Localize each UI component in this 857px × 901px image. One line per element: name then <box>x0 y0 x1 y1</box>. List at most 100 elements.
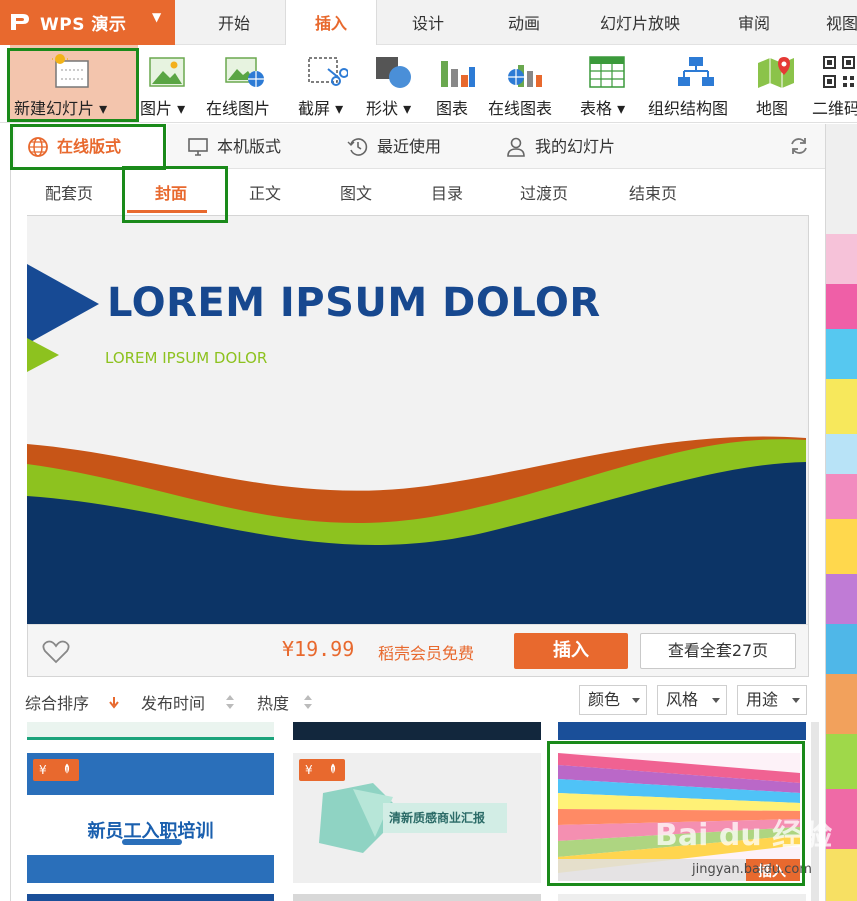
tab-animation[interactable]: 动画 <box>486 0 562 45</box>
screenshot-button[interactable]: 截屏 ▾ <box>298 45 358 121</box>
arrow-down-icon <box>109 697 119 709</box>
org-chart-label: 组织结构图 <box>648 99 729 118</box>
insert-button[interactable]: 插入 <box>514 633 628 669</box>
category-toc[interactable]: 目录 <box>431 180 463 204</box>
chevron-down-icon <box>632 698 640 703</box>
history-clock-icon <box>347 138 368 156</box>
sort-updown-icon <box>304 695 312 709</box>
globe-icon <box>28 137 48 157</box>
tab-online-layout[interactable]: 在线版式 <box>15 124 167 169</box>
cover-slide-graphic <box>27 216 806 624</box>
qrcode-icon <box>823 56 855 88</box>
tab-recent[interactable]: 最近使用 <box>347 124 467 169</box>
paid-badge: ¥ <box>299 759 345 781</box>
shape-button[interactable]: 形状 ▾ <box>366 45 424 121</box>
chevron-down-icon: ▼ <box>152 10 162 24</box>
usage-filter-dropdown[interactable]: 用途 <box>737 685 807 715</box>
thumbnail-strip <box>27 722 274 740</box>
template-price: ¥19.99 <box>282 637 355 661</box>
app-menu-button[interactable]: WPS 演示 ▼ <box>0 0 175 45</box>
online-picture-icon <box>225 57 264 87</box>
rainbow-background <box>826 234 857 901</box>
qrcode-button[interactable]: 二维码 <box>812 45 857 121</box>
thumbnail-title: 清新质感商业汇报 <box>389 811 486 825</box>
table-icon <box>589 56 625 88</box>
online-chart-button[interactable]: 在线图表 <box>488 45 568 121</box>
template-preview[interactable]: LOREM IPSUM DOLOR LOREM IPSUM DOLOR <box>27 216 806 624</box>
new-slide-label: 新建幻灯片 ▾ <box>14 99 108 118</box>
thumbnail-strip <box>558 722 806 740</box>
slide-canvas-strip <box>826 124 857 901</box>
online-picture-label: 在线图片 <box>206 99 271 118</box>
watermark-url: jingyan.baidu.com <box>692 862 812 877</box>
picture-button[interactable]: 图片 ▾ <box>140 45 196 121</box>
heart-icon[interactable] <box>42 639 70 665</box>
chevron-down-icon <box>792 698 800 703</box>
category-image-text[interactable]: 图文 <box>340 180 372 204</box>
screenshot-label: 截屏 ▾ <box>298 99 344 118</box>
view-all-button[interactable]: 查看全套27页 <box>640 633 796 669</box>
thumbnail-strip <box>293 722 541 740</box>
new-slide-button[interactable]: 新建幻灯片 ▾ <box>10 45 138 121</box>
preview-info-bar: ¥19.99 稻壳会员免费 插入 查看全套27页 <box>28 624 808 676</box>
scissors-icon <box>308 57 348 86</box>
tab-slideshow[interactable]: 幻灯片放映 <box>580 0 700 45</box>
qrcode-label: 二维码 <box>812 99 857 118</box>
tab-start[interactable]: 开始 <box>196 0 272 45</box>
org-chart-button[interactable]: 组织结构图 <box>648 45 744 121</box>
template-thumbnail-2[interactable]: ¥ 清新质感商业汇报 <box>293 753 541 883</box>
map-pin-icon <box>758 57 794 88</box>
category-cover[interactable]: 封面 <box>155 180 187 204</box>
color-filter-dropdown[interactable]: 颜色 <box>579 685 647 715</box>
picture-label: 图片 ▾ <box>140 99 186 118</box>
online-chart-icon <box>508 65 542 87</box>
new-slide-icon <box>52 54 89 88</box>
tab-my-slides[interactable]: 我的幻灯片 <box>505 124 645 169</box>
map-button[interactable]: 地图 <box>756 45 798 121</box>
leaf-icon <box>330 762 336 776</box>
picture-icon <box>149 57 185 87</box>
bar-chart-icon <box>441 61 475 87</box>
tab-design[interactable]: 设计 <box>390 0 466 45</box>
member-free-label[interactable]: 稻壳会员免费 <box>378 640 474 664</box>
shape-label: 形状 ▾ <box>366 99 412 118</box>
user-icon <box>507 137 525 157</box>
org-chart-icon <box>678 57 714 86</box>
category-body[interactable]: 正文 <box>249 180 281 204</box>
chart-label: 图表 <box>436 99 469 118</box>
refresh-icon[interactable] <box>789 136 809 156</box>
chevron-down-icon <box>712 698 720 703</box>
category-transition[interactable]: 过渡页 <box>520 180 568 204</box>
table-button[interactable]: 表格 ▾ <box>580 45 636 121</box>
insert-ribbon: 新建幻灯片 ▾ 图片 ▾ 在线图片 截屏 ▾ 形状 ▾ 图表 在线图表 表格 ▾… <box>0 45 857 123</box>
sort-filter-row: 综合排序 发布时间 热度 颜色 风格 用途 <box>11 680 825 720</box>
template-source-tabs: 在线版式 本机版式 最近使用 我的幻灯片 <box>11 124 825 169</box>
shape-icon <box>376 57 411 88</box>
style-filter-dropdown[interactable]: 风格 <box>657 685 727 715</box>
category-ending[interactable]: 结束页 <box>629 180 677 204</box>
leaf-icon <box>64 762 70 776</box>
monitor-icon <box>188 138 208 156</box>
app-title: WPS 演示 <box>40 15 127 35</box>
tab-local-layout[interactable]: 本机版式 <box>187 124 307 169</box>
baidu-watermark: Bai du 经验 <box>655 818 833 853</box>
sort-publish-time[interactable]: 发布时间 <box>141 690 205 714</box>
preview-title: LOREM IPSUM DOLOR <box>107 280 601 326</box>
tab-view[interactable]: 视图 <box>812 0 857 45</box>
wps-logo-icon <box>11 14 29 30</box>
category-tabs: 配套页 封面 正文 图文 目录 过渡页 结束页 <box>11 170 825 214</box>
online-chart-label: 在线图表 <box>488 99 553 118</box>
thumbnail-strip <box>27 894 274 901</box>
tab-insert[interactable]: 插入 <box>285 0 377 46</box>
table-label: 表格 ▾ <box>580 99 626 118</box>
online-picture-button[interactable]: 在线图片 <box>206 45 286 121</box>
tab-review[interactable]: 审阅 <box>716 0 792 45</box>
sort-popularity[interactable]: 热度 <box>257 690 289 714</box>
menu-tab-bar: WPS 演示 ▼ 开始 插入 设计 动画 幻灯片放映 审阅 视图 <box>0 0 857 46</box>
thumbnail-strip <box>293 894 541 901</box>
paid-badge: ¥ <box>33 759 79 781</box>
category-matching[interactable]: 配套页 <box>45 180 93 204</box>
template-thumbnail-1[interactable]: ¥ 新员工入职培训 <box>27 753 274 883</box>
chart-button[interactable]: 图表 <box>436 45 478 121</box>
sort-overall[interactable]: 综合排序 <box>25 690 89 714</box>
